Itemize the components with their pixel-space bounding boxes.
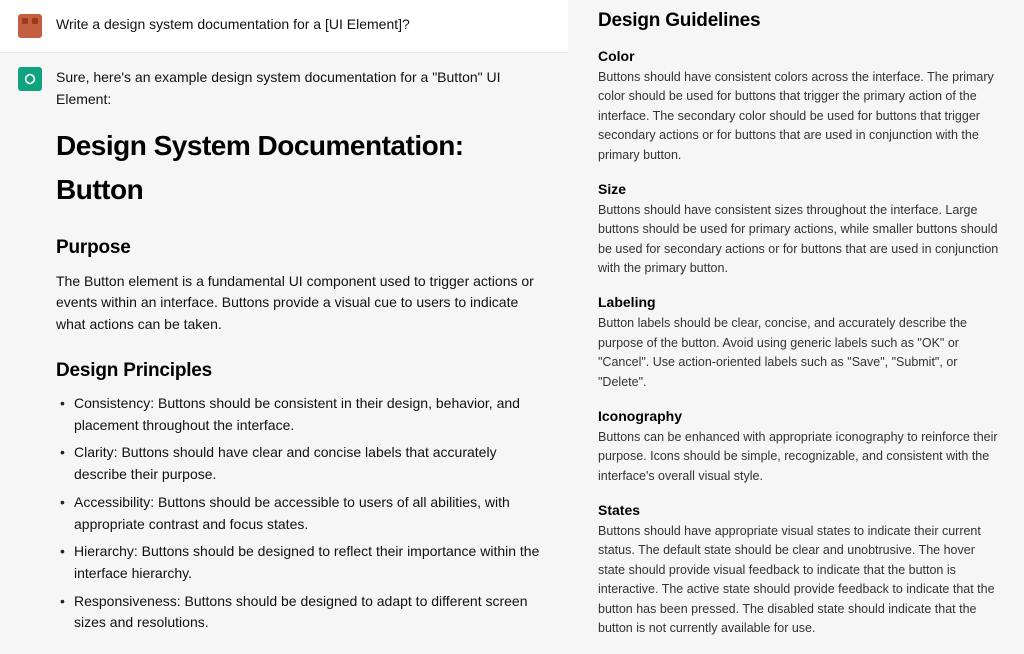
list-item: Responsiveness: Buttons should be design… [74,591,550,634]
guidelines-column: Design Guidelines Color Buttons should h… [580,0,1024,527]
user-message-text: Write a design system documentation for … [56,16,410,32]
guidelines-title: Design Guidelines [598,10,1004,32]
assistant-intro-text: Sure, here's an example design system do… [56,67,550,110]
list-item: Hierarchy: Buttons should be designed to… [74,541,550,584]
assistant-message: Sure, here's an example design system do… [0,53,568,654]
guideline-heading: Size [598,181,1004,197]
guideline-heading: Color [598,48,1004,64]
assistant-avatar-icon [18,67,42,91]
principles-list: Consistency: Buttons should be consisten… [56,393,550,634]
list-item: Consistency: Buttons should be consisten… [74,393,550,436]
chat-column: Write a design system documentation for … [0,0,580,527]
principles-heading: Design Principles [56,356,550,385]
guideline-text: Buttons should have consistent sizes thr… [598,201,1004,279]
guideline-heading: States [598,502,1004,518]
list-item: Accessibility: Buttons should be accessi… [74,492,550,535]
guideline-heading: Labeling [598,294,1004,310]
guideline-text: Buttons should have appropriate visual s… [598,522,1004,638]
guideline-text: Button labels should be clear, concise, … [598,314,1004,392]
purpose-heading: Purpose [56,233,550,262]
guideline-text: Buttons can be enhanced with appropriate… [598,428,1004,486]
doc-title: Design System Documentation: Button [56,124,550,211]
guideline-text: Buttons should have consistent colors ac… [598,68,1004,165]
user-avatar-icon [18,14,42,38]
user-message: Write a design system documentation for … [0,0,568,53]
guideline-heading: Iconography [598,408,1004,424]
list-item: Clarity: Buttons should have clear and c… [74,442,550,485]
purpose-text: The Button element is a fundamental UI c… [56,271,550,336]
